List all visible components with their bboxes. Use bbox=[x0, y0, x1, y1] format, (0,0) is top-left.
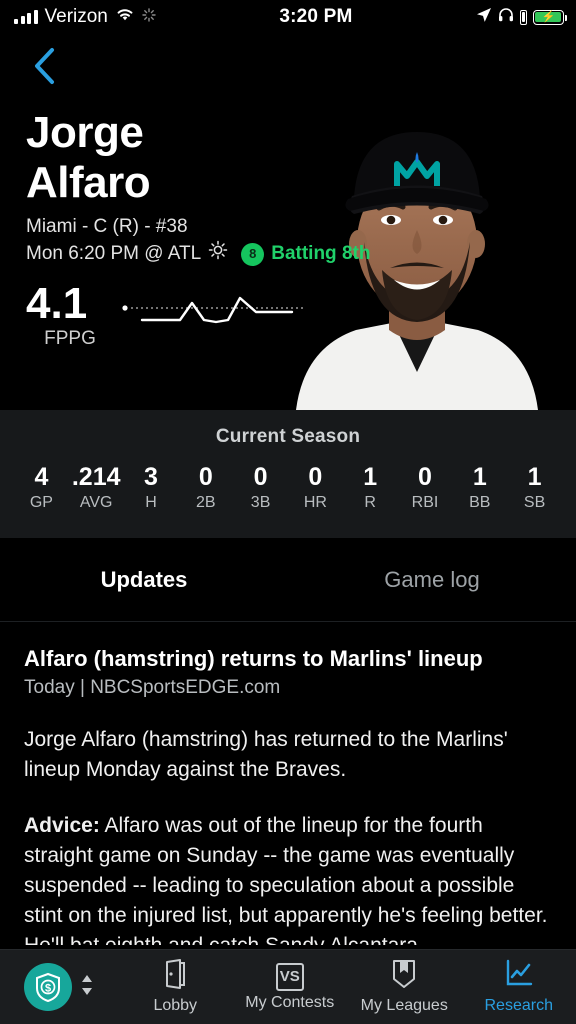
stat-value: 0 bbox=[418, 463, 432, 491]
nav-label: Research bbox=[484, 997, 553, 1014]
batting-order-badge: 8 bbox=[241, 242, 265, 266]
stat-sb: 1 SB bbox=[507, 462, 562, 512]
fppg-value: 4.1 bbox=[26, 279, 88, 328]
svg-text:$: $ bbox=[45, 983, 51, 995]
nav-item-lobby[interactable]: Lobby bbox=[118, 959, 233, 1015]
advice-label: Advice: bbox=[24, 814, 100, 837]
app-screen: Verizon 3:20 PM ⚡ Jorge Alfaro Miami - C… bbox=[0, 0, 576, 1024]
status-bar: Verizon 3:20 PM ⚡ bbox=[0, 0, 576, 34]
player-team-position: Miami - C (R) - #38 bbox=[26, 216, 188, 237]
game-time-label: Mon 6:20 PM @ ATL bbox=[26, 243, 202, 264]
nav-item-my-contests[interactable]: VS My Contests bbox=[233, 962, 348, 1012]
headphone-battery-icon bbox=[520, 9, 527, 25]
signal-bars-icon bbox=[14, 10, 38, 24]
line-chart-icon bbox=[504, 959, 534, 994]
stat-value: 4 bbox=[34, 463, 49, 491]
player-info: Jorge Alfaro Miami - C (R) - #38 Mon 6:2… bbox=[26, 108, 370, 350]
season-title: Current Season bbox=[215, 426, 361, 447]
stat-label: HR bbox=[303, 494, 327, 511]
article-body: Jorge Alfaro (hamstring) has returned to… bbox=[24, 728, 508, 781]
bottom-nav: $ Lobby VS My Contests My Leagues Resear… bbox=[0, 949, 576, 1024]
stat-label: SB bbox=[523, 494, 546, 511]
player-last-name: Alfaro bbox=[26, 158, 151, 207]
fppg-value-group: 4.1 FPPG bbox=[26, 282, 114, 350]
stat-value: .214 bbox=[71, 463, 121, 491]
carrier-label: Verizon bbox=[44, 6, 108, 27]
nav-label: My Contests bbox=[245, 993, 335, 1011]
stat-value: 1 bbox=[363, 463, 378, 491]
stat-label: RBI bbox=[411, 494, 439, 511]
game-info-row: Mon 6:20 PM @ ATL 8 Batting 8th bbox=[26, 240, 370, 268]
stat-rbi: 0 RBI bbox=[398, 462, 453, 512]
status-bar-clock: 3:20 PM bbox=[279, 6, 353, 27]
status-bar-right: ⚡ bbox=[476, 7, 576, 28]
stat-label: 2B bbox=[196, 494, 216, 511]
shield-dollar-icon: $ bbox=[24, 963, 72, 1011]
battery-charging-icon: ⚡ bbox=[533, 9, 568, 25]
content-tabs: Updates Game log bbox=[0, 538, 576, 622]
stat-value: 3 bbox=[144, 463, 158, 491]
stat-value: 1 bbox=[527, 463, 542, 491]
fppg-sparkline-chart bbox=[120, 290, 310, 335]
stat-r: 1 R bbox=[343, 462, 398, 512]
tab-updates[interactable]: Updates bbox=[0, 538, 288, 622]
stat-label: 3B bbox=[250, 494, 271, 511]
player-header: Jorge Alfaro Miami - C (R) - #38 Mon 6:2… bbox=[0, 92, 576, 410]
up-down-arrows-icon[interactable] bbox=[80, 972, 94, 1003]
spinner-icon bbox=[142, 7, 156, 27]
chevron-left-icon bbox=[32, 46, 58, 91]
back-button[interactable] bbox=[18, 44, 72, 92]
nav-item-my-leagues[interactable]: My Leagues bbox=[347, 959, 462, 1015]
advice-body: Alfaro was out of the lineup for the fou… bbox=[24, 814, 548, 945]
stat-value: 1 bbox=[472, 463, 487, 491]
stat-2b: 0 2B bbox=[178, 462, 233, 512]
stat-gp: 4 GP bbox=[14, 462, 69, 512]
fppg-label: FPPG bbox=[44, 328, 96, 349]
location-arrow-icon bbox=[476, 7, 492, 28]
stat-h: 3 H bbox=[124, 462, 179, 512]
status-bar-left: Verizon bbox=[0, 6, 156, 28]
wallet-button[interactable]: $ bbox=[0, 963, 118, 1011]
stat-bb: 1 BB bbox=[452, 462, 507, 512]
nav-item-research[interactable]: Research bbox=[462, 959, 576, 1015]
stat-label: GP bbox=[29, 494, 53, 511]
stat-label: H bbox=[145, 494, 157, 511]
stat-hr: 0 HR bbox=[288, 462, 343, 512]
stat-label: R bbox=[364, 494, 376, 511]
stat-3b: 0 3B bbox=[233, 462, 288, 512]
door-icon bbox=[161, 959, 189, 994]
headphones-icon bbox=[498, 7, 514, 27]
stat-label: BB bbox=[469, 494, 491, 511]
article-byline: Today | NBCSportsEDGE.com bbox=[24, 677, 281, 698]
update-article[interactable]: Alfaro (hamstring) returns to Marlins' l… bbox=[0, 623, 576, 945]
stat-label: AVG bbox=[79, 494, 113, 511]
stat-value: 0 bbox=[253, 463, 268, 491]
sun-icon bbox=[208, 240, 228, 268]
stat-value: 0 bbox=[198, 463, 213, 491]
banner-bookmark-icon bbox=[390, 959, 418, 994]
tab-label: Game log bbox=[384, 567, 480, 592]
batting-status-label: Batting 8th bbox=[271, 243, 371, 264]
player-first-name: Jorge bbox=[26, 108, 144, 157]
fppg-block: 4.1 FPPG bbox=[26, 282, 370, 350]
tab-game-log[interactable]: Game log bbox=[288, 538, 576, 622]
current-season-panel: Current Season 4 GP .214 AVG 3 H 0 2B 0 … bbox=[0, 410, 576, 538]
nav-label: My Leagues bbox=[360, 997, 448, 1014]
article-advice: Advice: Alfaro was out of the lineup for… bbox=[24, 811, 552, 945]
wifi-icon bbox=[115, 7, 135, 27]
article-headline: Alfaro (hamstring) returns to Marlins' l… bbox=[24, 646, 483, 671]
stat-value: 0 bbox=[308, 463, 323, 491]
tab-label: Updates bbox=[100, 567, 188, 592]
nav-label: Lobby bbox=[153, 997, 198, 1014]
vs-icon: VS bbox=[275, 962, 304, 991]
stat-avg: .214 AVG bbox=[69, 462, 124, 512]
season-stats-row: 4 GP .214 AVG 3 H 0 2B 0 3B 0 HR 1 R 0 R… bbox=[0, 462, 576, 512]
